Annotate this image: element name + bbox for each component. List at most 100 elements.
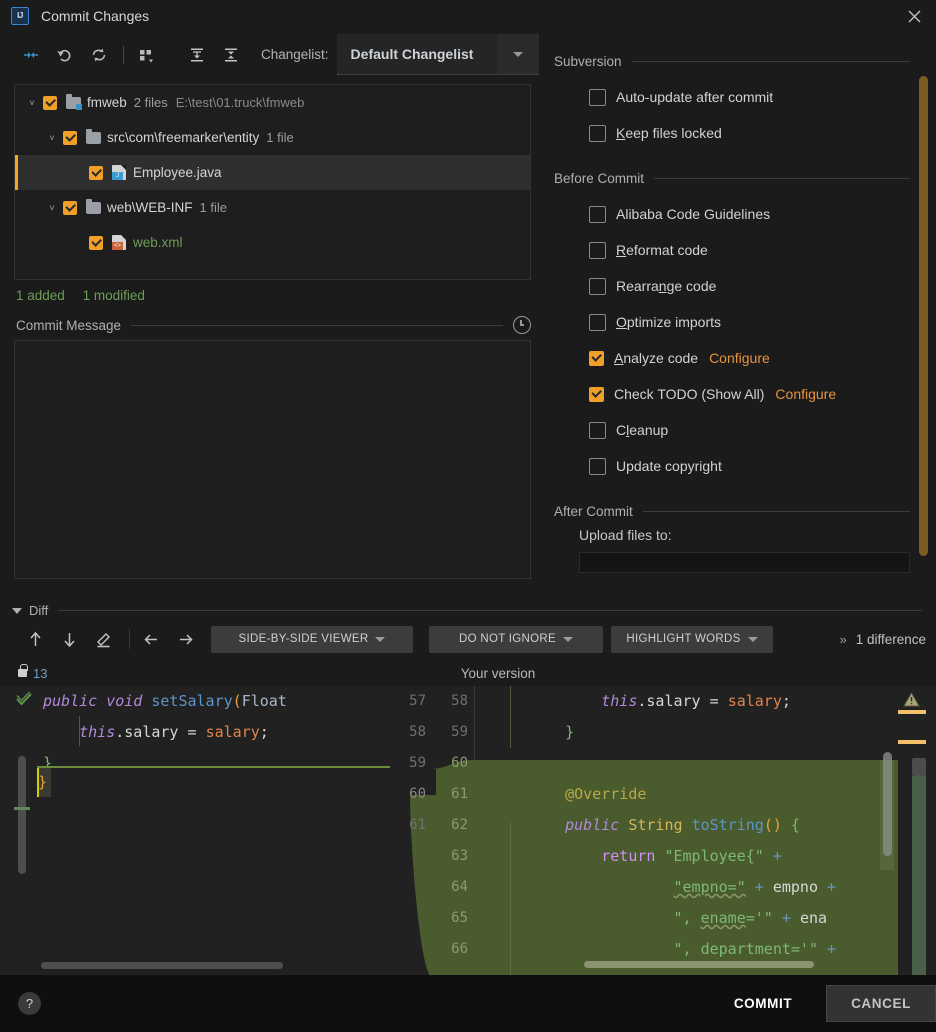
right-editor-scrollbar[interactable] xyxy=(883,752,892,856)
tree-row[interactable]: ˅ fmweb 2 files E:\test\01.truck\fmweb xyxy=(15,85,530,120)
folder-icon xyxy=(86,198,101,214)
ignore-mode-label: DO NOT IGNORE xyxy=(459,633,556,645)
option-checkbox[interactable] xyxy=(589,313,606,331)
divider xyxy=(58,610,922,611)
chevron-down-icon[interactable]: ˅ xyxy=(41,203,63,213)
error-stripe-mark-2[interactable] xyxy=(898,740,926,744)
upload-files-label: Upload files to: xyxy=(579,527,672,543)
commit-button[interactable]: COMMIT xyxy=(712,986,814,1021)
option-row[interactable]: Reformat code xyxy=(545,232,936,268)
commit-message-input[interactable] xyxy=(14,340,531,579)
apply-right-icon[interactable] xyxy=(168,625,202,653)
option-checkbox[interactable] xyxy=(589,457,606,475)
option-checkbox[interactable] xyxy=(589,421,606,439)
option-row[interactable]: Update copyright xyxy=(545,448,936,484)
left-pane: Changelist: Default Changelist ˅ fmweb 2 f… xyxy=(0,32,545,598)
tree-row-file-count: 2 files xyxy=(133,95,168,110)
ignore-mode-combo[interactable]: DO NOT IGNORE xyxy=(429,625,603,653)
chevron-down-icon[interactable]: ˅ xyxy=(21,98,43,108)
tree-row-checkbox[interactable] xyxy=(63,130,77,145)
edit-source-icon[interactable] xyxy=(86,625,120,653)
upload-files-input[interactable] xyxy=(579,552,910,573)
tree-row[interactable]: J Employee.java xyxy=(15,155,530,190)
chevron-down-icon xyxy=(562,636,573,642)
chevron-down-icon[interactable] xyxy=(12,607,22,614)
chevron-down-icon xyxy=(375,636,386,642)
diff-section-header[interactable]: Diff xyxy=(12,603,922,618)
tree-row[interactable]: ˅ src\com\freemarker\entity 1 file xyxy=(15,120,530,155)
tree-row[interactable]: <> web.xml xyxy=(15,225,530,260)
error-stripe-mark-1[interactable] xyxy=(898,710,926,714)
tree-row-checkbox[interactable] xyxy=(89,235,103,250)
diff-right-editor[interactable]: this.salary = salary; } @Override public… xyxy=(474,686,936,975)
option-row[interactable]: Keep files locked xyxy=(545,115,936,151)
collapse-selection-icon[interactable] xyxy=(14,40,48,70)
indent-guide xyxy=(510,686,511,748)
option-row[interactable]: Analyze code Configure xyxy=(545,340,936,376)
highlight-mode-combo[interactable]: HIGHLIGHT WORDS xyxy=(611,625,773,653)
history-clock-icon[interactable] xyxy=(513,316,531,334)
summary-modified: 1 modified xyxy=(82,288,145,303)
left-line-numbers: 57 58 59 60 61 xyxy=(409,693,426,833)
previous-difference-icon[interactable] xyxy=(18,625,52,653)
changes-tree[interactable]: ˅ fmweb 2 files E:\test\01.truck\fmweb ˅ src\… xyxy=(14,84,531,280)
refresh-icon[interactable] xyxy=(82,40,116,70)
close-icon[interactable] xyxy=(892,0,936,32)
left-editor-caret xyxy=(37,768,39,797)
accept-change-icon[interactable] xyxy=(16,689,33,711)
left-change-marker xyxy=(14,807,30,810)
viewer-mode-combo[interactable]: SIDE-BY-SIDE VIEWER xyxy=(211,625,413,653)
option-checkbox[interactable] xyxy=(589,124,606,142)
more-actions-icon[interactable]: » xyxy=(839,632,846,647)
group-by-icon[interactable] xyxy=(131,40,165,70)
next-difference-icon[interactable] xyxy=(52,625,86,653)
left-editor-scrollbar[interactable] xyxy=(18,756,26,874)
chevron-down-icon[interactable]: ˅ xyxy=(41,133,63,143)
option-row[interactable]: Auto-update after commit xyxy=(545,79,936,115)
option-row[interactable]: Optimize imports xyxy=(545,304,936,340)
warning-triangle-icon[interactable] xyxy=(903,691,920,710)
option-row[interactable]: Alibaba Code Guidelines xyxy=(545,196,936,232)
diff-toolbar: SIDE-BY-SIDE VIEWER DO NOT IGNORE HIGHLI… xyxy=(0,618,936,660)
option-checkbox[interactable] xyxy=(589,350,604,366)
diff-left-editor[interactable]: public void setSalary(Float this.salary … xyxy=(0,686,390,975)
tree-row-checkbox[interactable] xyxy=(43,95,57,110)
apply-left-icon[interactable] xyxy=(134,625,168,653)
option-label: Alibaba Code Guidelines xyxy=(616,206,771,222)
option-checkbox[interactable] xyxy=(589,205,606,223)
option-checkbox[interactable] xyxy=(589,386,604,402)
changelist-combo[interactable]: Default Changelist xyxy=(336,34,539,75)
right-editor-hscrollbar[interactable] xyxy=(584,961,814,968)
right-editor-left-border xyxy=(474,686,475,760)
tree-row[interactable]: ˅ web\WEB-INF 1 file xyxy=(15,190,530,225)
error-stripe-thumb[interactable] xyxy=(912,758,926,776)
option-row[interactable]: Check TODO (Show All) Configure xyxy=(545,376,936,412)
left-editor-hscrollbar[interactable] xyxy=(41,962,283,969)
chevron-down-icon[interactable] xyxy=(496,34,539,74)
option-checkbox[interactable] xyxy=(589,277,606,295)
tree-row-file-count: 1 file xyxy=(199,200,227,215)
option-row[interactable]: Cleanup xyxy=(545,412,936,448)
revert-icon[interactable] xyxy=(48,40,82,70)
tree-row-checkbox[interactable] xyxy=(63,200,77,215)
configure-link[interactable]: Configure xyxy=(709,350,770,366)
divider xyxy=(131,324,503,326)
right-version-title: Your version xyxy=(460,665,536,681)
expand-all-icon[interactable] xyxy=(180,40,214,70)
window-title: Commit Changes xyxy=(41,8,150,24)
divider xyxy=(642,511,910,512)
changes-toolbar: Changelist: Default Changelist xyxy=(0,32,545,77)
options-scrollbar[interactable] xyxy=(919,76,928,556)
tree-row-checkbox[interactable] xyxy=(89,165,103,180)
java-file-icon: J xyxy=(112,165,126,180)
configure-link[interactable]: Configure xyxy=(775,386,836,402)
option-row[interactable]: Rearrange code xyxy=(545,268,936,304)
cancel-button[interactable]: CANCEL xyxy=(826,985,936,1022)
option-checkbox[interactable] xyxy=(589,88,606,106)
option-checkbox[interactable] xyxy=(589,241,606,259)
help-button[interactable]: ? xyxy=(18,992,41,1015)
collapse-all-icon[interactable] xyxy=(214,40,248,70)
